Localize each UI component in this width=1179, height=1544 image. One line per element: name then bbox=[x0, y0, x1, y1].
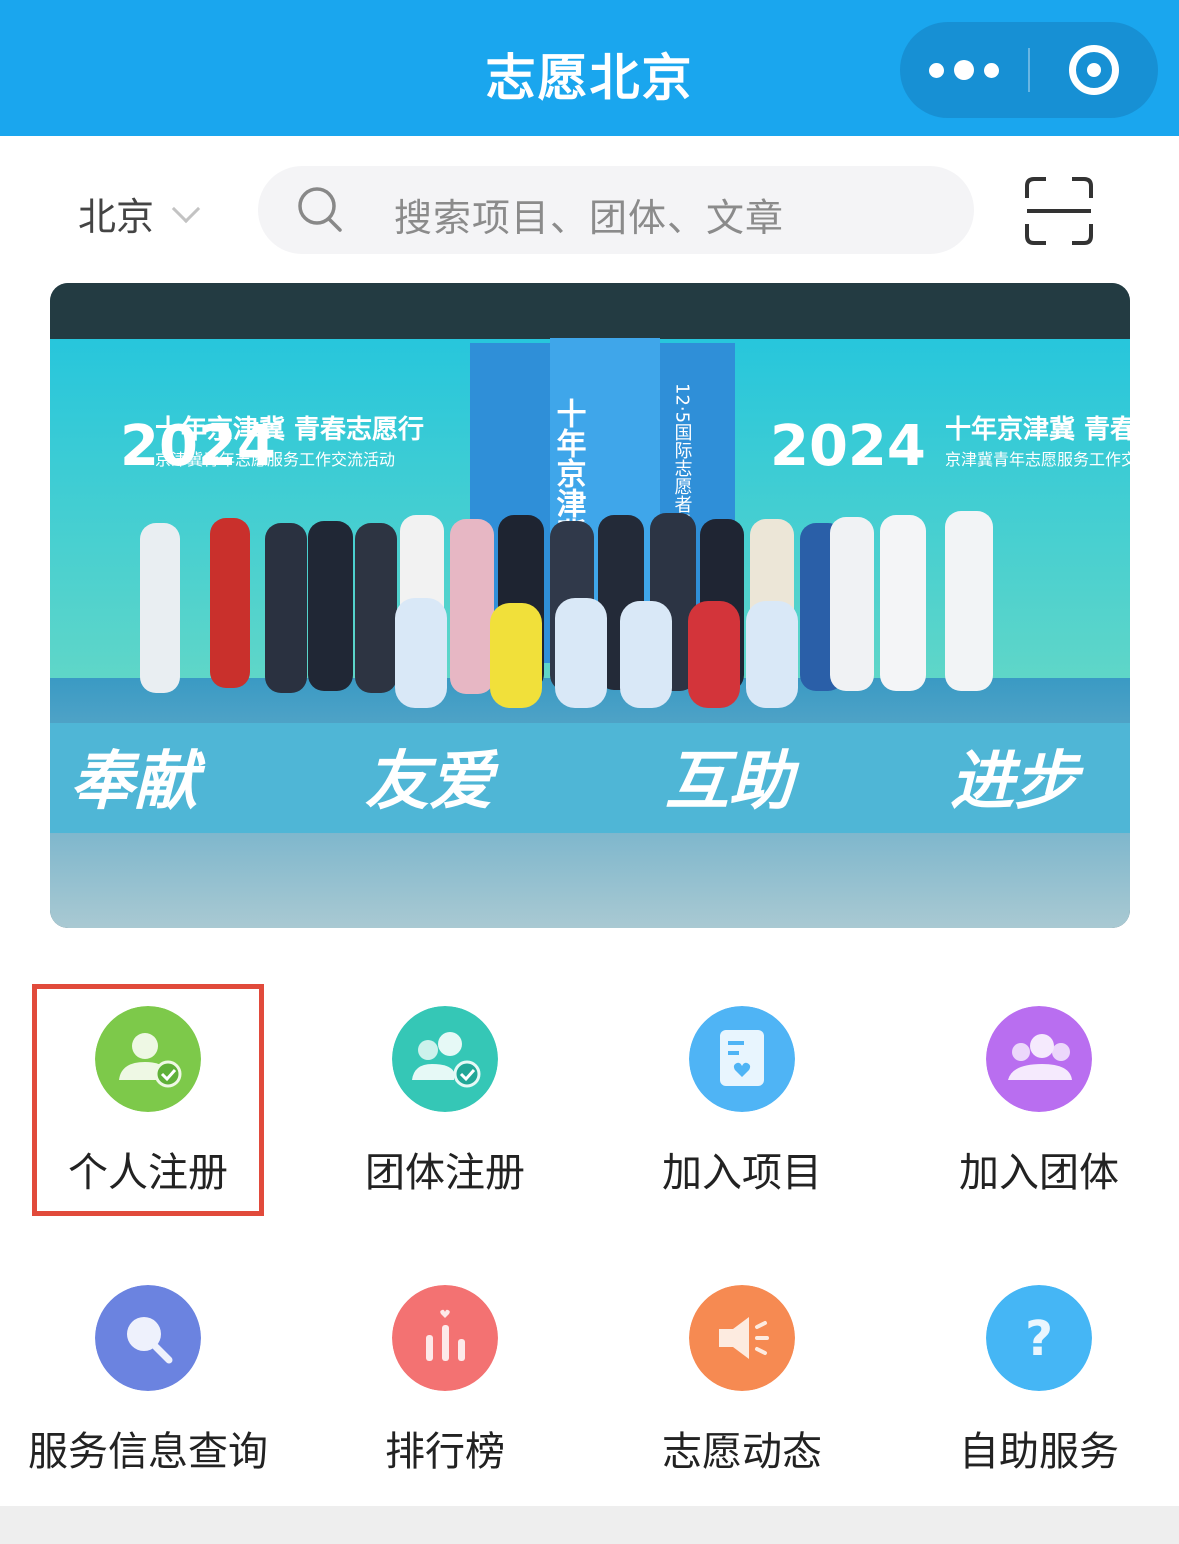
service-info-query-item[interactable]: 服务信息查询 bbox=[13, 1285, 283, 1505]
chevron-down-icon bbox=[171, 194, 201, 223]
grid-item-label: 个人注册 bbox=[68, 1150, 228, 1196]
city-label: 北京 bbox=[78, 195, 155, 239]
group-join-icon bbox=[986, 1006, 1092, 1112]
svg-text:?: ? bbox=[1025, 1311, 1053, 1367]
banner-people-group bbox=[140, 511, 993, 708]
banner-year-right: 2024 bbox=[770, 414, 926, 479]
search-icon bbox=[298, 187, 342, 232]
scan-icon[interactable] bbox=[1024, 176, 1094, 246]
banner-headline-left: 十年京津冀 青春志愿行 bbox=[155, 414, 424, 445]
banner-image: 2024 十年京津冀 青春志愿行 京津冀青年志愿服务工作交流活动 2024 十年… bbox=[50, 283, 1130, 928]
group-check-icon bbox=[392, 1006, 498, 1112]
banner-floor-word-2: 友爱 bbox=[365, 745, 499, 819]
more-dots-icon-right bbox=[984, 62, 999, 78]
document-heart-icon bbox=[689, 1006, 795, 1112]
search-icon bbox=[95, 1285, 201, 1391]
grid-item-label: 排行榜 bbox=[385, 1429, 505, 1475]
help-icon: ? bbox=[986, 1285, 1092, 1391]
more-dots-icon-center bbox=[954, 60, 974, 80]
grid-item-label: 自助服务 bbox=[959, 1429, 1119, 1475]
grid-item-label: 服务信息查询 bbox=[28, 1429, 268, 1475]
grid-item-label: 志愿动态 bbox=[662, 1429, 822, 1475]
city-selector[interactable]: 北京 bbox=[78, 186, 201, 241]
grid-item-label: 加入团体 bbox=[959, 1150, 1119, 1196]
ranking-item[interactable]: 排行榜 bbox=[310, 1285, 580, 1505]
grid-item-label: 团体注册 bbox=[365, 1150, 525, 1196]
banner-floor-word-3: 互助 bbox=[665, 745, 800, 819]
group-registration-item[interactable]: 团体注册 bbox=[310, 1006, 580, 1226]
personal-registration-item[interactable]: 个人注册 bbox=[13, 1006, 283, 1226]
mini-program-capsule bbox=[900, 22, 1158, 118]
more-dots-icon bbox=[929, 62, 944, 78]
banner-subtitle-right: 京津冀青年志愿服务工作交流活动 bbox=[945, 450, 1130, 469]
banner-subtitle-left: 京津冀青年志愿服务工作交流活动 bbox=[155, 450, 395, 469]
banner-headline-right: 十年京津冀 青春志愿行 bbox=[945, 414, 1130, 445]
top-bar: 志愿北京 bbox=[0, 0, 1179, 136]
grid-item-label: 加入项目 bbox=[662, 1150, 822, 1196]
search-placeholder: 搜索项目、团体、文章 bbox=[394, 196, 785, 240]
banner-floor-word-1: 奉献 bbox=[70, 745, 206, 819]
banner-carousel[interactable]: 2024 十年京津冀 青春志愿行 京津冀青年志愿服务工作交流活动 2024 十年… bbox=[50, 283, 1130, 928]
search-input[interactable]: 搜索项目、团体、文章 bbox=[258, 166, 974, 254]
banner-vertical-side: 12·5国际志愿者日 bbox=[672, 383, 693, 531]
more-options-button[interactable] bbox=[900, 22, 1028, 118]
volunteer-news-item[interactable]: 志愿动态 bbox=[607, 1285, 877, 1505]
self-service-item[interactable]: ? 自助服务 bbox=[904, 1285, 1174, 1505]
person-check-icon bbox=[95, 1006, 201, 1112]
megaphone-icon bbox=[689, 1285, 795, 1391]
banner-floor-word-4: 进步 bbox=[950, 745, 1084, 819]
ranking-icon bbox=[392, 1285, 498, 1391]
join-group-item[interactable]: 加入团体 bbox=[904, 1006, 1174, 1226]
bottom-divider bbox=[0, 1506, 1179, 1544]
capsule-divider bbox=[1028, 48, 1030, 92]
close-mini-program-button[interactable] bbox=[1069, 45, 1119, 95]
join-project-item[interactable]: 加入项目 bbox=[607, 1006, 877, 1226]
